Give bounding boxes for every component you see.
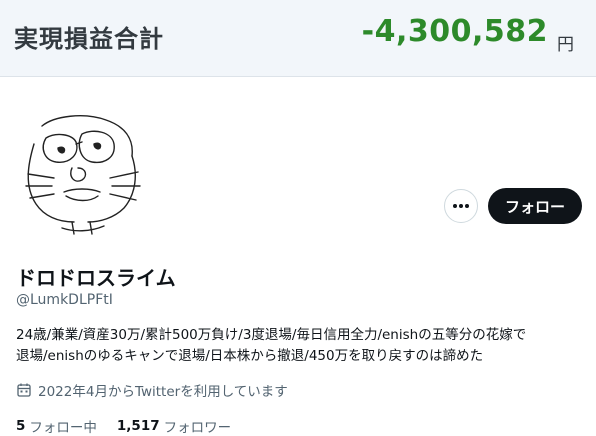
hand-drawn-face-avatar-icon bbox=[25, 115, 141, 235]
realized-pnl-banner: 実現損益合計 -4,300,582 円 bbox=[0, 0, 596, 77]
following-count: 5 bbox=[16, 418, 26, 434]
follow-stats: 5 フォロー中 1,517 フォロワー bbox=[16, 416, 251, 436]
joined-date: 2022年4月からTwitterを利用しています bbox=[16, 380, 288, 400]
more-options-button[interactable] bbox=[444, 189, 478, 223]
bio-line: 24歳/兼業/資産30万/累計500万負け/3度退場/毎日信用全力/enishの… bbox=[16, 327, 527, 343]
more-dots-icon bbox=[453, 204, 469, 208]
followers-label: フォロワー bbox=[163, 420, 232, 436]
calendar-icon bbox=[17, 383, 31, 397]
bio-line: 退場/enishのゆるキャンで退場/日本株から撤退/450万を取り戻すのは諦めた bbox=[16, 348, 484, 364]
following-link[interactable]: 5 フォロー中 bbox=[16, 416, 97, 436]
avatar[interactable] bbox=[14, 104, 148, 238]
followers-count: 1,517 bbox=[116, 418, 160, 434]
realized-pnl-value: -4,300,582 bbox=[361, 14, 548, 49]
realized-pnl-label: 実現損益合計 bbox=[14, 25, 164, 53]
user-handle: @LumkDLPFtI bbox=[16, 292, 113, 308]
currency-unit: 円 bbox=[557, 35, 574, 55]
followers-link[interactable]: 1,517 フォロワー bbox=[117, 416, 231, 436]
profile-bio: 24歳/兼業/資産30万/累計500万負け/3度退場/毎日信用全力/enishの… bbox=[16, 325, 586, 367]
display-name: ドロドロスライム bbox=[16, 266, 176, 290]
follow-button[interactable]: フォロー bbox=[488, 188, 582, 224]
following-label: フォロー中 bbox=[29, 420, 97, 436]
joined-text: 2022年4月からTwitterを利用しています bbox=[38, 384, 288, 400]
